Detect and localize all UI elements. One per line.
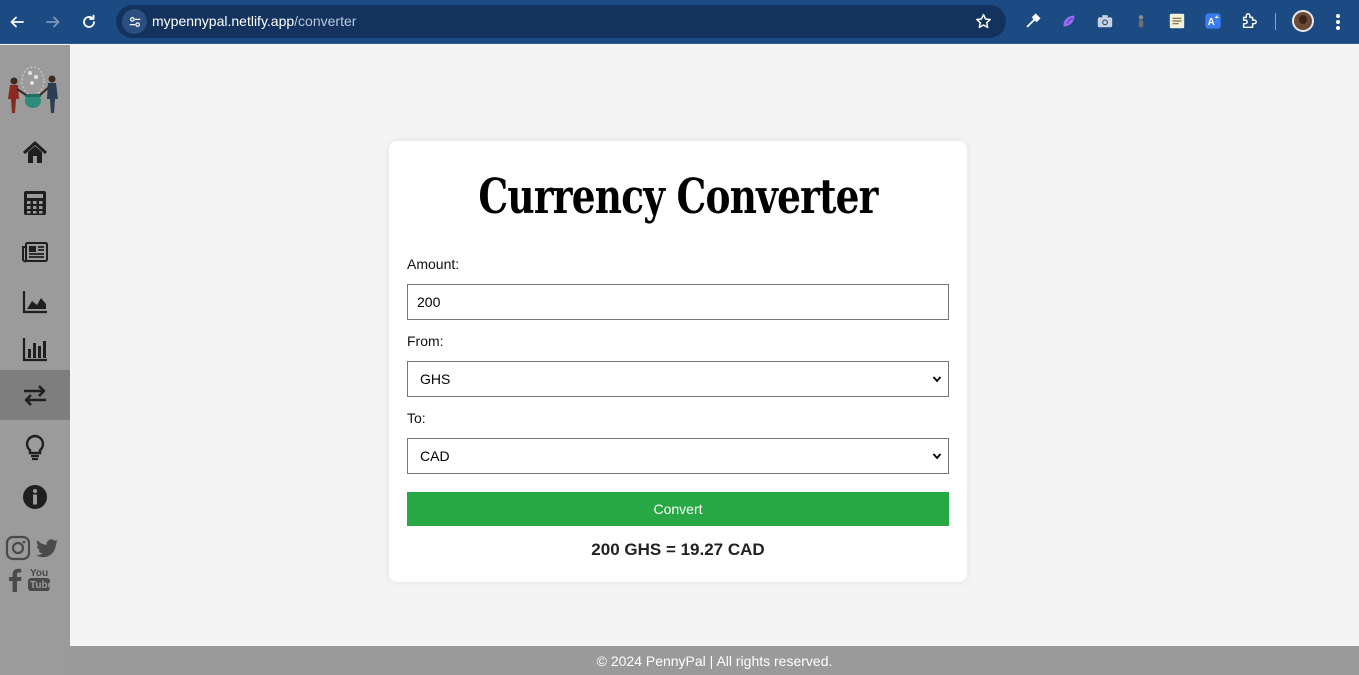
footer-copyright: © 2024 PennyPal | All rights reserved. xyxy=(596,652,833,669)
conversion-result: 200 GHS = 19.27 CAD xyxy=(591,540,765,559)
to-currency-select[interactable]: CAD xyxy=(407,438,949,474)
bookmark-star-icon[interactable] xyxy=(975,13,992,30)
converter-card: Currency Converter Amount: 200 From: GHS… xyxy=(389,141,967,582)
sidebar-item-area-chart[interactable] xyxy=(0,276,70,326)
toolbar-divider xyxy=(1275,13,1276,30)
amount-input[interactable]: 200 xyxy=(407,284,949,320)
amount-label: Amount: xyxy=(407,256,460,272)
forward-arrow-icon[interactable] xyxy=(39,8,67,36)
browser-toolbar: mypennypal.netlify.app/converter A xyxy=(0,0,1359,44)
chevron-down-icon xyxy=(932,453,942,460)
svg-text:Tube: Tube xyxy=(30,580,52,591)
sidebar-item-bar-chart[interactable] xyxy=(0,324,70,374)
sheets-icon[interactable] xyxy=(1167,11,1187,31)
to-currency-value: CAD xyxy=(420,448,450,464)
reload-icon[interactable] xyxy=(75,8,103,36)
area-chart-icon xyxy=(22,291,47,314)
from-currency-select[interactable]: GHS xyxy=(407,361,949,397)
newspaper-icon xyxy=(22,242,48,263)
page-title: Currency Converter xyxy=(478,169,878,225)
convert-button[interactable]: Convert xyxy=(407,492,949,526)
from-label: From: xyxy=(407,333,444,349)
chevron-down-icon xyxy=(932,376,942,383)
twitter-icon[interactable] xyxy=(34,535,60,561)
extension-icon[interactable] xyxy=(1131,11,1151,31)
sidebar-item-converter[interactable] xyxy=(0,370,70,420)
from-currency-value: GHS xyxy=(420,371,451,387)
url-path: /converter xyxy=(294,13,357,29)
sidebar-item-news[interactable] xyxy=(0,227,70,277)
sidebar-item-home[interactable] xyxy=(0,128,70,178)
extension-icon[interactable] xyxy=(1059,11,1079,31)
pennypal-logo[interactable] xyxy=(2,63,64,115)
instagram-icon[interactable] xyxy=(5,535,31,561)
facebook-icon[interactable] xyxy=(2,566,28,592)
svg-text:A: A xyxy=(1208,17,1215,28)
youtube-icon[interactable]: You Tube xyxy=(26,566,52,592)
info-icon xyxy=(23,485,47,509)
puzzle-icon[interactable] xyxy=(1239,11,1259,31)
sidebar: You Tube xyxy=(0,45,70,675)
main-content: Currency Converter Amount: 200 From: GHS… xyxy=(70,45,1359,646)
footer: © 2024 PennyPal | All rights reserved. xyxy=(70,646,1359,675)
exchange-arrows-icon xyxy=(24,385,46,406)
sidebar-item-about[interactable] xyxy=(0,472,70,522)
to-label: To: xyxy=(407,410,426,426)
sidebar-item-tips[interactable] xyxy=(0,422,70,472)
profile-avatar[interactable] xyxy=(1292,10,1314,32)
home-icon xyxy=(22,141,48,163)
address-bar[interactable]: mypennypal.netlify.app/converter xyxy=(116,5,1006,38)
camera-icon[interactable] xyxy=(1095,11,1115,31)
calculator-icon xyxy=(24,191,46,215)
amount-value: 200 xyxy=(417,294,441,310)
svg-text:You: You xyxy=(30,568,48,579)
bar-chart-icon xyxy=(22,338,47,362)
url-host: mypennypal.netlify.app xyxy=(152,13,295,29)
translate-icon[interactable]: A xyxy=(1203,11,1223,31)
eyedropper-icon[interactable] xyxy=(1023,11,1043,31)
site-info-icon[interactable] xyxy=(122,9,147,34)
url-text[interactable]: mypennypal.netlify.app/converter xyxy=(152,13,356,29)
kebab-menu-icon[interactable] xyxy=(1330,12,1346,32)
back-arrow-icon[interactable] xyxy=(3,8,31,36)
sidebar-item-calculator[interactable] xyxy=(0,178,70,228)
lightbulb-icon xyxy=(25,434,45,461)
